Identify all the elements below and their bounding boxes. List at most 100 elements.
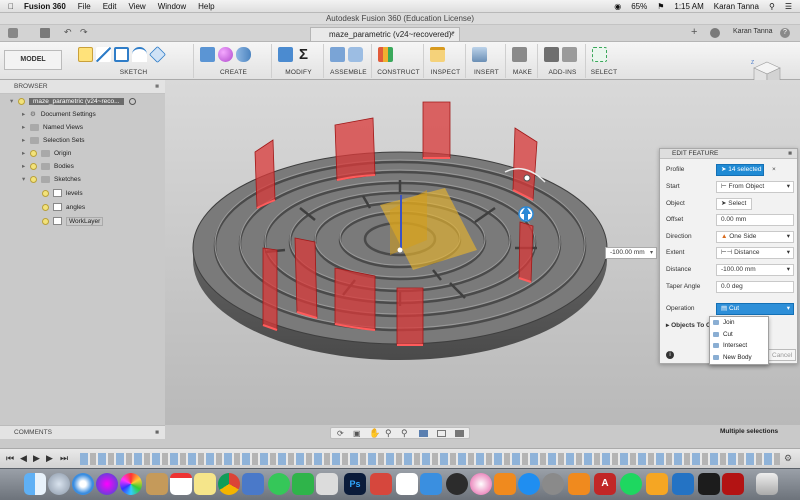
viewport-icon[interactable] <box>455 430 464 437</box>
fusion360-icon[interactable] <box>646 473 668 495</box>
list-icon[interactable]: ☰ <box>785 2 792 11</box>
group-label-assemble[interactable]: ASSEMBLE <box>326 69 371 76</box>
tree-item-bodies[interactable]: ▸ Bodies <box>22 161 74 173</box>
new-component-icon[interactable] <box>330 47 345 62</box>
clear-selection-icon[interactable]: × <box>772 163 776 177</box>
ibooks-icon[interactable] <box>494 473 516 495</box>
data-panel-icon[interactable] <box>8 28 18 38</box>
addins-icon[interactable] <box>562 47 577 62</box>
tree-item-sketch-levels[interactable]: levels <box>42 188 83 200</box>
menu-view[interactable]: View <box>128 2 145 11</box>
extrude-icon[interactable] <box>200 47 215 62</box>
group-label-sketch[interactable]: SKETCH <box>74 69 193 76</box>
visibility-bulb-icon[interactable] <box>42 189 49 197</box>
timeline-features[interactable] <box>80 453 780 465</box>
pan-icon[interactable]: ✋ <box>369 428 380 439</box>
timeline-prev-icon[interactable]: ◀ <box>20 453 27 464</box>
press-pull-icon[interactable] <box>278 47 293 62</box>
tree-root[interactable]: ▾ maze_parametric (v24~reco... <box>10 96 137 108</box>
menu-edit[interactable]: Edit <box>103 2 117 11</box>
display-settings-icon[interactable] <box>419 430 428 437</box>
vscode-icon[interactable] <box>672 473 694 495</box>
info-icon[interactable]: i <box>666 351 674 359</box>
calendar-icon[interactable] <box>170 473 192 495</box>
workspace-switcher[interactable]: MODEL <box>4 50 62 70</box>
flag-icon[interactable]: ⚑ <box>657 2 664 11</box>
group-label-construct[interactable]: CONSTRUCT <box>374 69 423 76</box>
safari-icon[interactable] <box>72 473 94 495</box>
photoshop-icon[interactable]: Ps <box>344 473 366 495</box>
measure-icon[interactable] <box>430 47 445 62</box>
add-comment-icon[interactable]: ■ <box>155 426 159 440</box>
timeline-first-icon[interactable]: ⏮ <box>6 453 14 464</box>
visibility-bulb-icon[interactable] <box>30 162 37 170</box>
visibility-bulb-icon[interactable] <box>30 149 37 157</box>
tree-item-sketches[interactable]: ▾ Sketches <box>22 174 81 186</box>
stickies-icon[interactable] <box>194 473 216 495</box>
apple-icon[interactable]:  <box>8 2 14 11</box>
group-label-inspect[interactable]: INSPECT <box>426 69 465 76</box>
comments-panel[interactable]: COMMENTS ■ <box>0 425 165 439</box>
tree-item-selection-sets[interactable]: ▸ Selection Sets <box>22 135 85 147</box>
sketch-icon[interactable] <box>78 47 93 62</box>
terminal-icon[interactable] <box>698 473 720 495</box>
menu-help[interactable]: Help <box>198 2 214 11</box>
help-icon[interactable]: ? <box>780 28 790 38</box>
rectangle-icon[interactable] <box>114 47 129 62</box>
search-icon[interactable]: ⚲ <box>769 2 775 11</box>
battery-status[interactable]: 65% <box>631 2 647 11</box>
operation-select[interactable]: ▤ Cut ▾ <box>716 303 794 315</box>
photos-icon[interactable] <box>120 473 142 495</box>
group-label-create[interactable]: CREATE <box>196 69 271 76</box>
save-icon[interactable] <box>40 28 50 38</box>
insert-image-icon[interactable] <box>472 47 487 62</box>
object-select-button[interactable]: ➤ Select <box>716 198 752 210</box>
group-label-make[interactable]: MAKE <box>508 69 537 76</box>
make-icon[interactable] <box>512 47 527 62</box>
sketchup-icon[interactable] <box>370 473 392 495</box>
timeline-next-icon[interactable]: ▶ <box>46 453 53 464</box>
dashboard-icon[interactable] <box>446 473 468 495</box>
direction-select[interactable]: ▲ One Side ▾ <box>716 231 794 243</box>
rotate-handle[interactable] <box>523 174 531 182</box>
timeline-last-icon[interactable]: ⏭ <box>60 453 68 464</box>
plane-icon[interactable] <box>378 47 393 62</box>
app-store-icon[interactable] <box>518 473 540 495</box>
siri-icon[interactable] <box>96 473 118 495</box>
keynote-icon[interactable] <box>242 473 264 495</box>
operation-option-intersect[interactable]: Intersect <box>710 340 768 352</box>
pipe-icon[interactable] <box>236 47 251 62</box>
clock[interactable]: 1:15 AM <box>674 2 703 11</box>
sphere-icon[interactable] <box>218 47 233 62</box>
document-tab[interactable]: maze_parametric (v24~recovered)* × <box>310 27 460 41</box>
orbit-icon[interactable]: ⟳ <box>337 429 344 438</box>
wifi-icon[interactable]: ◉ <box>614 2 621 11</box>
fit-icon[interactable]: ⚲ <box>401 428 408 439</box>
menu-window[interactable]: Window <box>158 2 186 11</box>
scripts-icon[interactable] <box>544 47 559 62</box>
acrobat-icon[interactable] <box>722 473 744 495</box>
panel-menu-icon[interactable]: ■ <box>788 149 792 159</box>
profile-selection[interactable]: ➤ 14 selected <box>716 164 764 176</box>
messages-icon[interactable] <box>268 473 290 495</box>
distance-dropdown-icon[interactable]: ▾ <box>650 249 653 256</box>
edit-feature-header[interactable]: EDIT FEATURE ■ <box>660 149 797 159</box>
system-preferences-icon[interactable] <box>542 473 564 495</box>
extrude-direction-arrow[interactable] <box>518 206 534 222</box>
timeline-play-icon[interactable]: ▶ <box>33 453 40 464</box>
mail-icon[interactable] <box>420 473 442 495</box>
grid-settings-icon[interactable] <box>437 430 446 437</box>
operation-option-new-body[interactable]: New Body <box>710 352 768 364</box>
itunes-icon[interactable] <box>470 473 492 495</box>
job-status-icon[interactable] <box>710 28 720 38</box>
chrome-icon[interactable] <box>218 473 240 495</box>
visibility-bulb-icon[interactable] <box>30 175 37 183</box>
menu-file[interactable]: File <box>78 2 91 11</box>
start-select[interactable]: ⊢ From Object ▾ <box>716 181 794 193</box>
visibility-bulb-icon[interactable] <box>42 217 49 225</box>
tree-item-origin[interactable]: ▸ Origin <box>22 148 71 160</box>
music-icon[interactable] <box>396 473 418 495</box>
new-tab-icon[interactable]: + <box>691 26 697 38</box>
app-menu[interactable]: Fusion 360 <box>24 2 66 11</box>
group-label-select[interactable]: SELECT <box>588 69 620 76</box>
